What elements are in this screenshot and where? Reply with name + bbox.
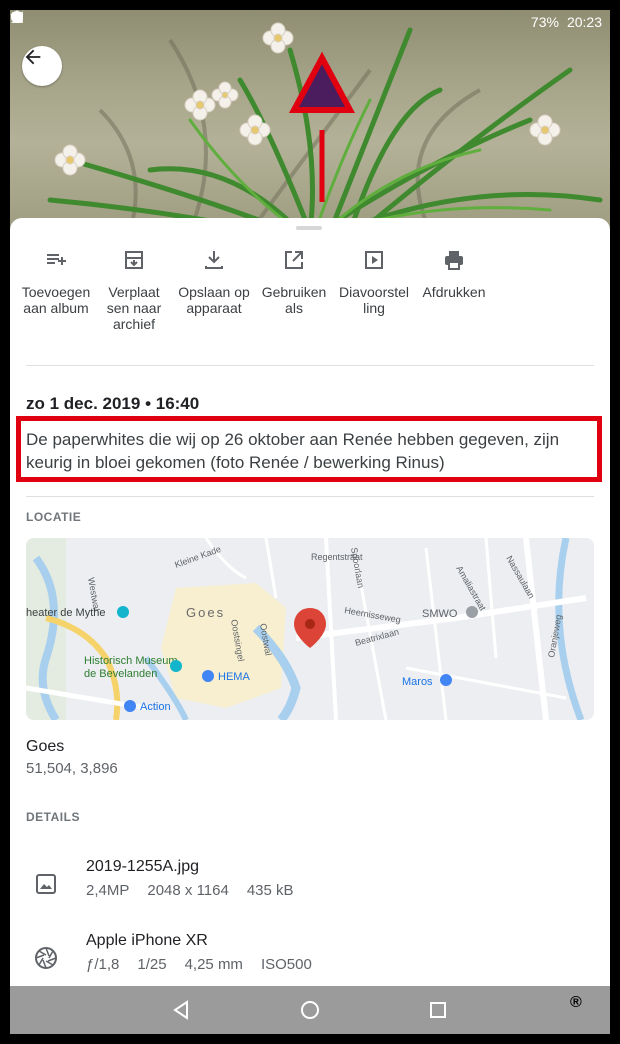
battery-percent: 73% (530, 14, 559, 30)
place-name: Goes (26, 738, 65, 755)
camera-aperture-icon (35, 947, 57, 969)
registered-mark: ® (570, 994, 582, 1011)
save-to-device-label: Opslaan op apparaat (178, 284, 250, 316)
place-coordinates: 51,504, 3,896 (26, 760, 118, 777)
clock: 20:23 (566, 14, 602, 30)
divider (26, 496, 594, 497)
map-label-smwo: SMWO (422, 608, 458, 620)
camera-iso: ISO500 (260, 956, 312, 973)
device-frame: 73% 20:23 Toevoegen aan album Verplaat sen… (0, 0, 620, 1044)
location-map[interactable]: Kleine Kade Westwal Oostsingel Oostwal R… (26, 538, 594, 720)
poi-museum-icon (170, 660, 182, 672)
camera-details-row[interactable]: Apple iPhone XR ƒ/1,8 1/25 4,25 mm ISO50… (10, 932, 610, 992)
map-label-hema: HEMA (218, 671, 250, 683)
info-sheet: Toevoegen aan album Verplaat sen naar archi… (10, 218, 610, 988)
poi-theater-icon (117, 606, 129, 618)
use-as-label: Gebruiken als (261, 284, 327, 316)
camera-shutter: 1/25 (137, 956, 167, 973)
map-label-museum-2: de Bevelanden (84, 668, 157, 680)
poi-maros-icon (440, 674, 452, 686)
back-button[interactable] (22, 46, 62, 86)
annotation-triangle (288, 51, 356, 113)
map-label-city: Goes (186, 605, 225, 620)
map-image: Kleine Kade Westwal Oostsingel Oostwal R… (26, 538, 594, 720)
archive-button[interactable]: Verplaat sen naar archief (92, 248, 176, 332)
navigation-bar: ® (10, 986, 610, 1034)
details-heading: DETAILS (26, 810, 80, 824)
nav-back-icon[interactable] (170, 998, 194, 1022)
divider (26, 365, 594, 366)
action-row: Toevoegen aan album Verplaat sen naar archi… (10, 248, 610, 348)
slideshow-label: Diavoorstel ling (338, 284, 410, 316)
print-icon (445, 251, 463, 270)
photo-preview[interactable]: 73% 20:23 (10, 10, 610, 232)
poi-action-icon (124, 700, 136, 712)
map-label-action: Action (140, 701, 171, 713)
photo-description[interactable]: De paperwhites die wij op 26 oktober aan… (26, 428, 592, 474)
camera-model: Apple iPhone XR (86, 932, 208, 949)
download-icon (205, 251, 223, 269)
file-size: 435 kB (246, 882, 294, 899)
use-as-button[interactable]: Gebruiken als (252, 248, 336, 316)
slideshow-icon (365, 251, 383, 269)
screen: 73% 20:23 Toevoegen aan album Verplaat sen… (10, 10, 610, 1034)
nav-home-icon[interactable] (298, 998, 322, 1022)
file-dimensions: 2048 x 1164 (147, 882, 229, 899)
file-megapixels: 2,4MP (86, 882, 130, 899)
print-label: Afdrukken (422, 284, 486, 300)
archive-label: Verplaat sen naar archief (106, 284, 162, 332)
print-button[interactable]: Afdrukken (412, 248, 496, 300)
slideshow-button[interactable]: Diavoorstel ling (332, 248, 416, 316)
add-to-album-label: Toevoegen aan album (21, 284, 91, 316)
location-heading: LOCATIE (26, 510, 82, 524)
archive-icon (125, 251, 143, 269)
camera-info: ƒ/1,8 1/25 4,25 mm ISO500 (86, 956, 312, 973)
save-to-device-button[interactable]: Opslaan op apparaat (172, 248, 256, 316)
image-icon (36, 874, 56, 894)
file-name: 2019-1255A.jpg (86, 858, 199, 875)
open-in-new-icon (285, 251, 303, 269)
battery-icon (14, 10, 20, 23)
camera-focal-length: 4,25 mm (184, 956, 243, 973)
playlist-add-icon (47, 254, 66, 265)
file-details-row[interactable]: 2019-1255A.jpg 2,4MP 2048 x 1164 435 kB (10, 858, 610, 918)
map-label-museum-1: Historisch Museum (84, 655, 178, 667)
file-info: 2,4MP 2048 x 1164 435 kB (86, 882, 294, 899)
nav-recents-icon[interactable] (426, 998, 450, 1022)
photo-image (47, 22, 603, 232)
camera-aperture: ƒ/1,8 (86, 956, 120, 973)
arrow-back-icon (25, 49, 41, 65)
map-label-theater: heater de Mythe (26, 607, 106, 619)
poi-hema-icon (202, 670, 214, 682)
status-bar: 73% 20:23 (10, 10, 610, 34)
sheet-drag-handle[interactable] (296, 226, 322, 230)
poi-smwo-icon (466, 606, 478, 618)
map-label-maros: Maros (402, 676, 433, 688)
add-to-album-button[interactable]: Toevoegen aan album (14, 248, 98, 316)
photo-datetime[interactable]: zo 1 dec. 2019 • 16:40 (26, 394, 199, 414)
